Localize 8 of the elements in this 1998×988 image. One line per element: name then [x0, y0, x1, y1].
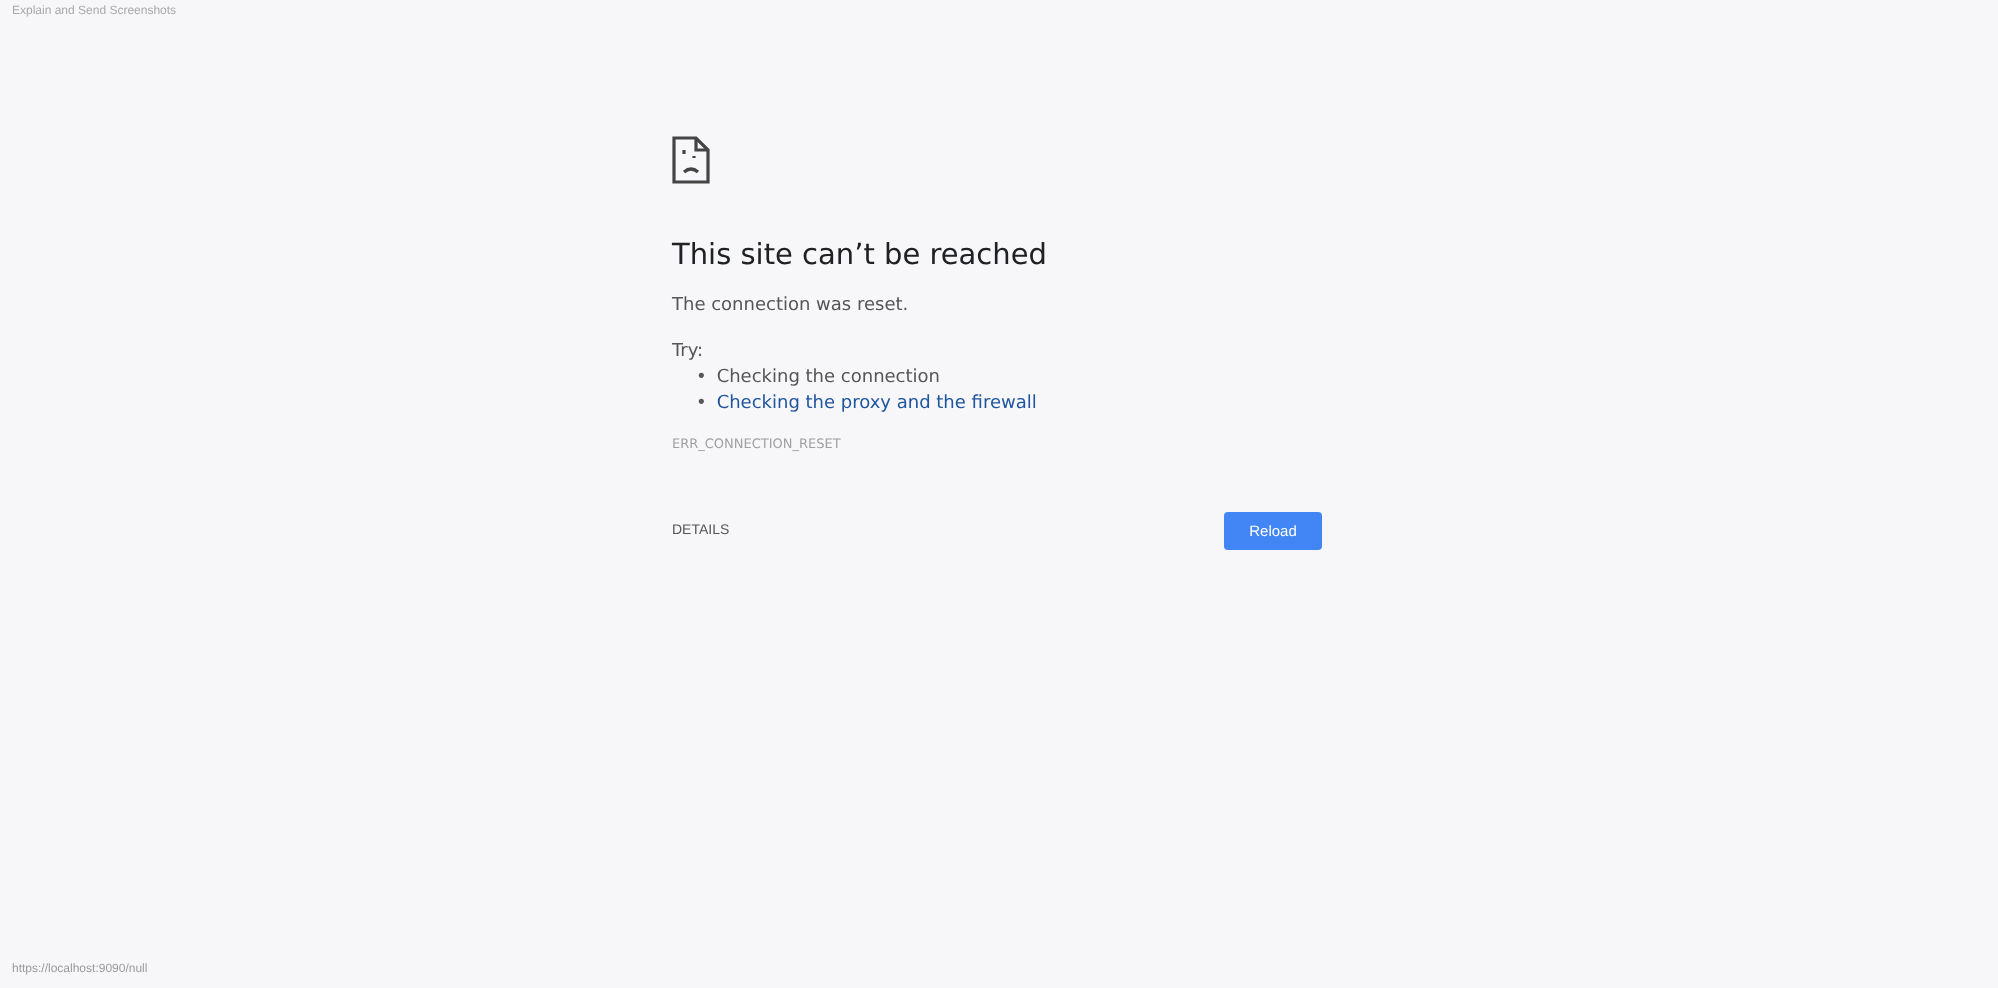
bullet: • [696, 394, 707, 414]
suggestion-link[interactable]: Checking the proxy and the firewall [716, 394, 1037, 414]
suggestion-text: Checking the connection [716, 368, 940, 388]
try-label: Try: [672, 342, 706, 362]
error-heading: This site can’t be reached [672, 240, 1049, 272]
sad-page-icon [672, 136, 710, 184]
bullet: • [696, 368, 707, 388]
error-message: The connection was reset. [672, 296, 911, 316]
